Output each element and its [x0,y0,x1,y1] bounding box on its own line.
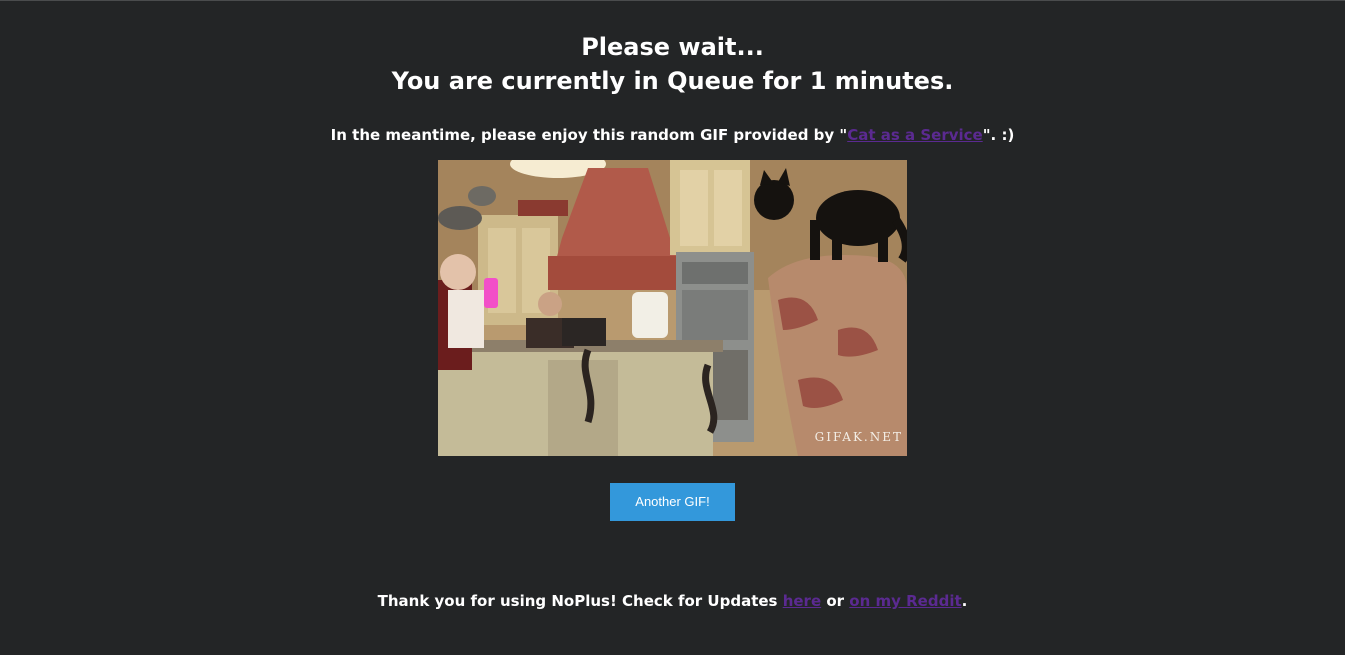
reddit-link[interactable]: on my Reddit [849,592,961,610]
queue-status: You are currently in Queue for 1 minutes… [391,67,954,95]
updates-here-link[interactable]: here [783,592,821,610]
top-border [0,0,1345,1]
gif-caption-prefix: In the meantime, please enjoy this rando… [330,126,848,144]
cat-gif-image [438,160,907,456]
page-title: Please wait... [581,33,764,61]
another-gif-button[interactable]: Another GIF! [610,483,735,521]
cat-as-a-service-link[interactable]: Cat as a Service [847,126,983,144]
gif-caption-suffix: ". :) [982,126,1015,144]
gif-caption: In the meantime, please enjoy this rando… [0,124,1345,146]
random-cat-gif: GIFAK.NET [438,160,907,456]
footer-prefix: Thank you for using NoPlus! Check for Up… [377,592,783,610]
footer-middle: or [821,592,850,610]
gifak-watermark: GIFAK.NET [814,430,903,444]
footer-message: Thank you for using NoPlus! Check for Up… [0,590,1345,612]
footer-suffix: . [961,592,968,610]
